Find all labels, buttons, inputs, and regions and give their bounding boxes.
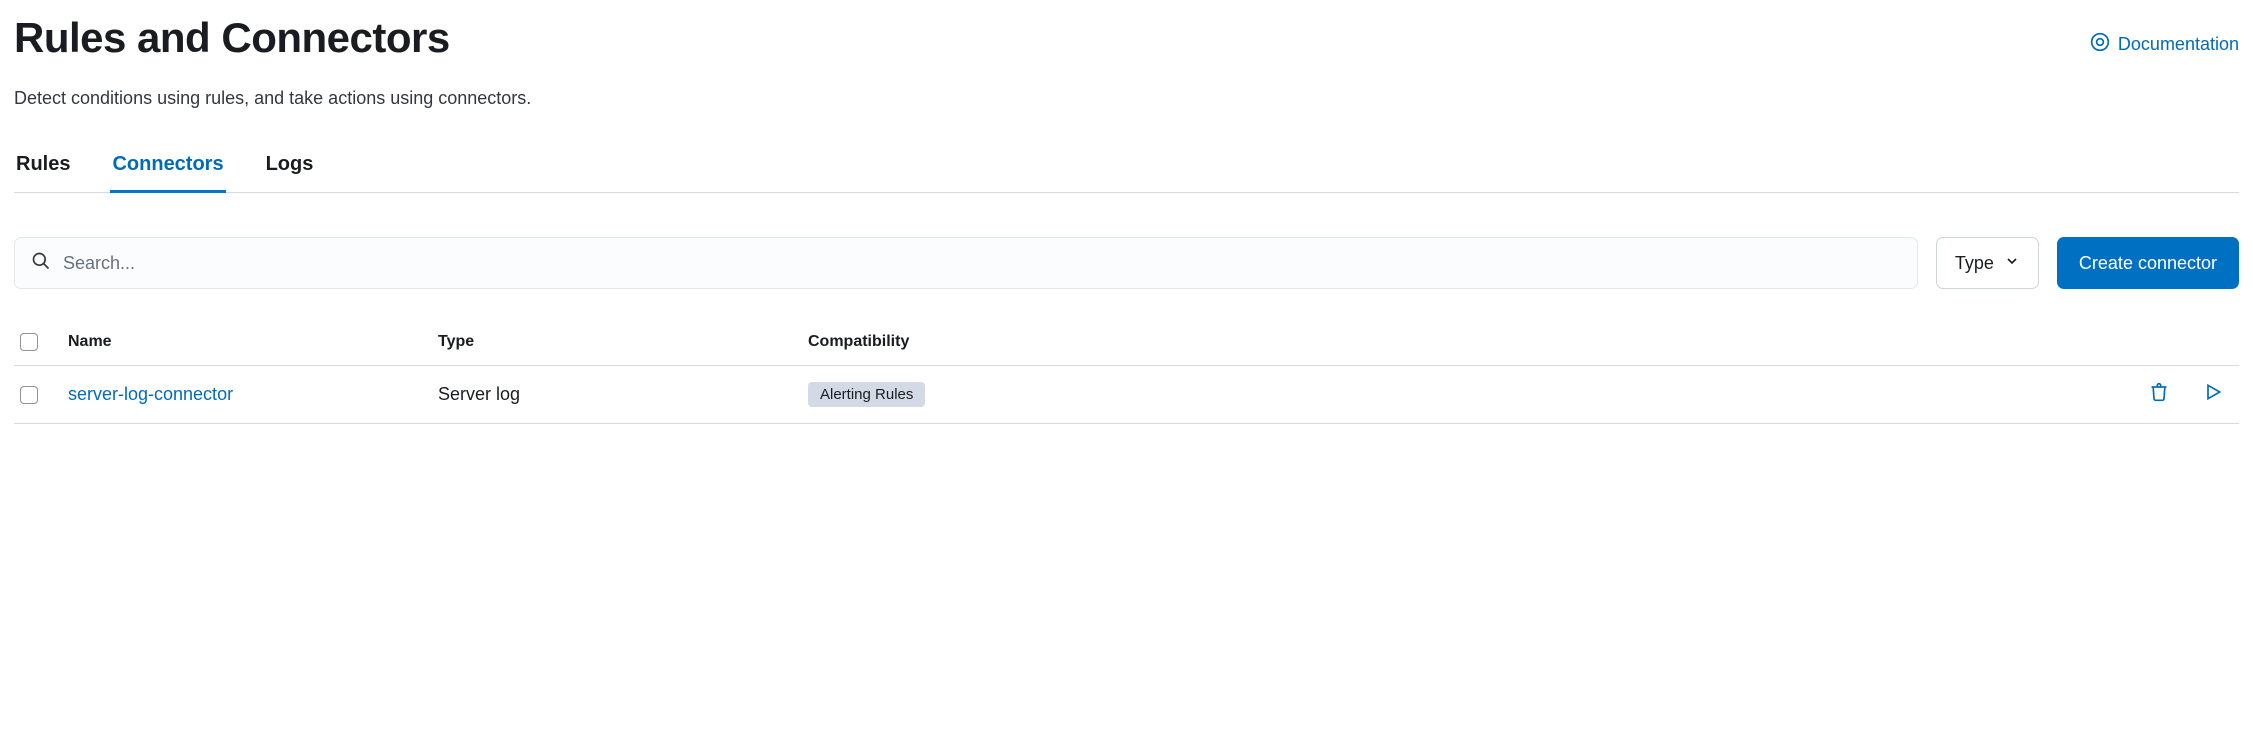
column-header-compatibility[interactable]: Compatibility bbox=[808, 333, 2113, 351]
tab-logs[interactable]: Logs bbox=[264, 153, 316, 193]
run-button[interactable] bbox=[2203, 382, 2223, 407]
type-filter-label: Type bbox=[1955, 253, 1994, 274]
page-subtitle: Detect conditions using rules, and take … bbox=[14, 88, 2239, 109]
table-header: Name Type Compatibility bbox=[14, 319, 2239, 366]
compatibility-badge: Alerting Rules bbox=[808, 382, 925, 407]
tab-rules[interactable]: Rules bbox=[14, 153, 72, 193]
connector-type: Server log bbox=[438, 384, 808, 405]
column-header-type[interactable]: Type bbox=[438, 333, 808, 351]
tabs: Rules Connectors Logs bbox=[14, 153, 2239, 193]
column-header-name[interactable]: Name bbox=[68, 333, 438, 351]
delete-button[interactable] bbox=[2149, 382, 2169, 407]
help-icon bbox=[2090, 32, 2110, 57]
search-icon bbox=[31, 251, 51, 275]
documentation-label: Documentation bbox=[2118, 34, 2239, 55]
play-icon bbox=[2203, 382, 2223, 407]
connectors-table: Name Type Compatibility server-log-conne… bbox=[14, 319, 2239, 424]
chevron-down-icon bbox=[2004, 253, 2020, 274]
page-title: Rules and Connectors bbox=[14, 14, 450, 62]
tab-connectors[interactable]: Connectors bbox=[110, 153, 225, 193]
table-row: server-log-connector Server log Alerting… bbox=[14, 366, 2239, 424]
create-connector-button[interactable]: Create connector bbox=[2057, 237, 2239, 289]
search-input[interactable] bbox=[51, 253, 1901, 274]
search-field[interactable] bbox=[14, 237, 1918, 289]
documentation-link[interactable]: Documentation bbox=[2090, 32, 2239, 57]
type-filter-button[interactable]: Type bbox=[1936, 237, 2039, 289]
trash-icon bbox=[2149, 382, 2169, 407]
row-checkbox[interactable] bbox=[20, 386, 38, 404]
select-all-checkbox[interactable] bbox=[20, 333, 38, 351]
connector-name-link[interactable]: server-log-connector bbox=[68, 384, 233, 404]
